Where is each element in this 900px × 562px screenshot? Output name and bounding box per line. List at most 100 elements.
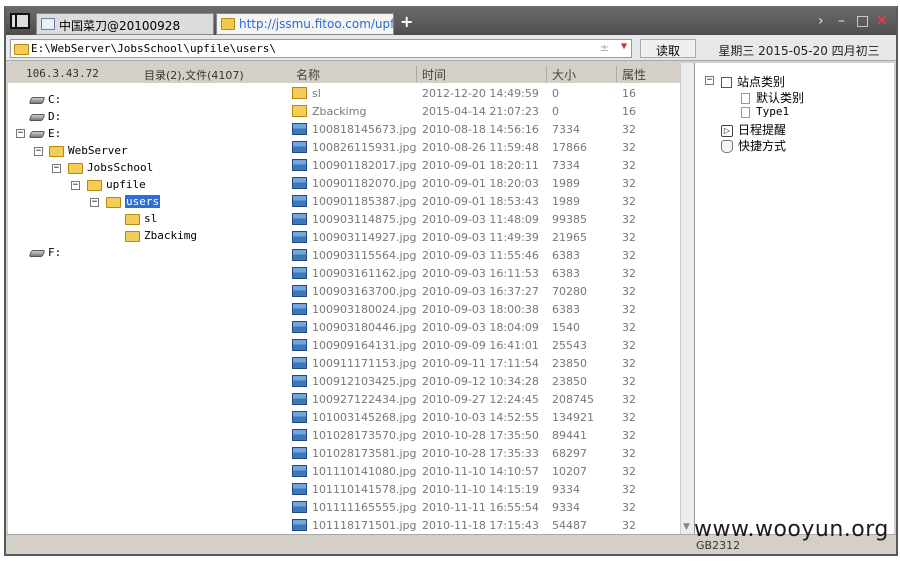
- collapse-toggle[interactable]: −: [34, 147, 43, 156]
- file-size: 6383: [552, 249, 580, 262]
- tree-node-zbackimg[interactable]: Zbackimg: [125, 229, 197, 245]
- file-row[interactable]: 100901182017.jpg 2010-09-01 18:20:11 7334 3…: [290, 157, 680, 175]
- file-row[interactable]: 101110141578.jpg 2010-11-10 14:15:19 9334 3…: [290, 481, 680, 499]
- file-size: 54487: [552, 519, 587, 532]
- new-tab-button[interactable]: +: [400, 12, 413, 31]
- tab-file-manager[interactable]: http://jssmu.fitoo.com/upfile/...: [216, 13, 394, 35]
- file-row[interactable]: 100911171153.jpg 2010-09-11 17:11:54 23850…: [290, 355, 680, 373]
- file-attr: 32: [622, 231, 636, 244]
- tree-node-e[interactable]: E:: [28, 127, 61, 143]
- system-menu-icon[interactable]: [10, 13, 30, 29]
- chevron-right-icon[interactable]: ›: [818, 13, 824, 29]
- file-attr: 16: [622, 87, 636, 100]
- tree-node-users[interactable]: users: [106, 195, 161, 211]
- node-label: C:: [48, 93, 62, 106]
- file-name: 100901182070.jpg: [312, 177, 417, 190]
- maximize-button[interactable]: □: [856, 13, 869, 29]
- drive-icon: [28, 113, 46, 121]
- path-input[interactable]: E:\WebServer\JobsSchool\upfile\users\ ± …: [10, 39, 632, 58]
- file-name: 100903115564.jpg: [312, 249, 417, 262]
- collapse-toggle[interactable]: −: [52, 164, 61, 173]
- file-name: 100903180446.jpg: [312, 321, 417, 334]
- file-row[interactable]: 100901182070.jpg 2010-09-01 18:20:03 1989 3…: [290, 175, 680, 193]
- file-row[interactable]: 101111165555.jpg 2010-11-11 16:55:54 9334 3…: [290, 499, 680, 517]
- column-header-size[interactable]: 大小: [552, 66, 576, 83]
- file-name: 100912103425.jpg: [312, 375, 417, 388]
- collapse-toggle[interactable]: −: [16, 129, 25, 138]
- file-row[interactable]: 101028173581.jpg 2010-10-28 17:35:33 68297…: [290, 445, 680, 463]
- image-file-icon: [292, 177, 307, 189]
- file-row[interactable]: 100903114875.jpg 2010-09-03 11:48:09 99385…: [290, 211, 680, 229]
- file-time: 2010-09-03 18:04:09: [422, 321, 539, 334]
- schedule-reminder[interactable]: ▷ 日程提醒: [721, 121, 786, 138]
- scroll-down-icon[interactable]: ▼: [683, 522, 690, 532]
- file-row[interactable]: 100818145673.jpg 2010-08-18 14:56:16 7334 3…: [290, 121, 680, 139]
- folder-open-icon: [106, 196, 121, 208]
- read-button[interactable]: 读取: [640, 39, 696, 58]
- collapse-toggle[interactable]: −: [90, 198, 99, 207]
- file-attr: 32: [622, 501, 636, 514]
- tree-node-jobsschool[interactable]: JobsSchool: [68, 161, 153, 177]
- file-row[interactable]: 100903115564.jpg 2010-09-03 11:55:46 6383 3…: [290, 247, 680, 265]
- file-list: 名称 时间 大小 属性 sl 2012-12-20 14:49:59 0 16 Zbac…: [290, 63, 680, 534]
- file-attr: 32: [622, 429, 636, 442]
- file-row[interactable]: 100903180446.jpg 2010-09-03 18:04:09 1540 3…: [290, 319, 680, 337]
- file-size: 89441: [552, 429, 587, 442]
- image-file-icon: [292, 447, 307, 459]
- file-name: 100927122434.jpg: [312, 393, 417, 406]
- column-divider[interactable]: [616, 66, 617, 82]
- tree-node-upfile[interactable]: upfile: [87, 178, 146, 194]
- column-divider[interactable]: [546, 66, 547, 82]
- column-divider[interactable]: [416, 66, 417, 82]
- close-button[interactable]: ✕: [876, 13, 888, 29]
- tree-node-c[interactable]: C:: [28, 93, 62, 109]
- collapse-toggle[interactable]: −: [71, 181, 80, 190]
- tree-node-webserver[interactable]: WebServer: [49, 144, 128, 160]
- file-row[interactable]: 100903163700.jpg 2010-09-03 16:37:27 70280…: [290, 283, 680, 301]
- file-row[interactable]: 100927122434.jpg 2010-09-27 12:24:45 20874…: [290, 391, 680, 409]
- file-name: 101028173570.jpg: [312, 429, 417, 442]
- node-label: upfile: [106, 178, 146, 191]
- tree-node-sl[interactable]: sl: [125, 212, 157, 228]
- file-row[interactable]: 100903161162.jpg 2010-09-03 16:11:53 6383 3…: [290, 265, 680, 283]
- file-row[interactable]: 100912103425.jpg 2010-09-12 10:34:28 23850…: [290, 373, 680, 391]
- file-row[interactable]: sl 2012-12-20 14:49:59 0 16: [290, 85, 680, 103]
- image-file-icon: [292, 465, 307, 477]
- tab-shell-manager[interactable]: 中国菜刀@20100928: [36, 13, 214, 35]
- watermark: www.wooyun.org: [694, 517, 889, 542]
- file-row[interactable]: 101118171501.jpg 2010-11-18 17:15:43 54487…: [290, 517, 680, 535]
- column-header-name[interactable]: 名称: [296, 66, 320, 83]
- bookmark-add-button[interactable]: ±: [600, 41, 609, 54]
- chevron-down-icon[interactable]: ▼: [621, 41, 627, 52]
- path-value: E:\WebServer\JobsSchool\upfile\users\: [31, 42, 277, 55]
- site-category-default[interactable]: 默认类别: [741, 89, 804, 106]
- image-file-icon: [292, 267, 307, 279]
- column-header-time[interactable]: 时间: [422, 66, 446, 83]
- tree-node-f[interactable]: F:: [28, 246, 61, 262]
- file-row[interactable]: 101028173570.jpg 2010-10-28 17:35:50 89441…: [290, 427, 680, 445]
- file-row[interactable]: 100909164131.jpg 2010-09-09 16:41:01 25543…: [290, 337, 680, 355]
- file-row[interactable]: 100826115931.jpg 2010-08-26 11:59:48 17866…: [290, 139, 680, 157]
- image-file-icon: [292, 231, 307, 243]
- file-row[interactable]: 100903114927.jpg 2010-09-03 11:49:39 21965…: [290, 229, 680, 247]
- file-name: 100903180024.jpg: [312, 303, 417, 316]
- checkbox-icon[interactable]: [721, 77, 732, 88]
- file-row[interactable]: Zbackimg 2015-04-14 21:07:23 0 16: [290, 103, 680, 121]
- image-file-icon: [292, 249, 307, 261]
- vertical-scrollbar[interactable]: ▼: [680, 63, 694, 534]
- shortcuts[interactable]: 快捷方式: [721, 137, 786, 154]
- column-header-attr[interactable]: 属性: [622, 66, 646, 83]
- site-category-type1[interactable]: Type1: [741, 105, 789, 118]
- file-row[interactable]: 100903180024.jpg 2010-09-03 18:00:38 6383 3…: [290, 301, 680, 319]
- file-row[interactable]: 101110141080.jpg 2010-11-10 14:10:57 10207…: [290, 463, 680, 481]
- site-category-root[interactable]: 站点类别: [721, 73, 785, 90]
- file-attr: 32: [622, 393, 636, 406]
- tree-node-d[interactable]: D:: [28, 110, 61, 126]
- minimize-button[interactable]: –: [838, 13, 845, 29]
- file-time: 2010-09-03 16:37:27: [422, 285, 539, 298]
- collapse-toggle[interactable]: −: [705, 76, 714, 85]
- site-category-panel: − 站点类别 默认类别 Type1 ▷ 日程提醒 快捷方式: [694, 63, 894, 534]
- file-row[interactable]: 101003145268.jpg 2010-10-03 14:52:55 13492…: [290, 409, 680, 427]
- file-size: 1989: [552, 195, 580, 208]
- file-row[interactable]: 100901185387.jpg 2010-09-01 18:53:43 1989 3…: [290, 193, 680, 211]
